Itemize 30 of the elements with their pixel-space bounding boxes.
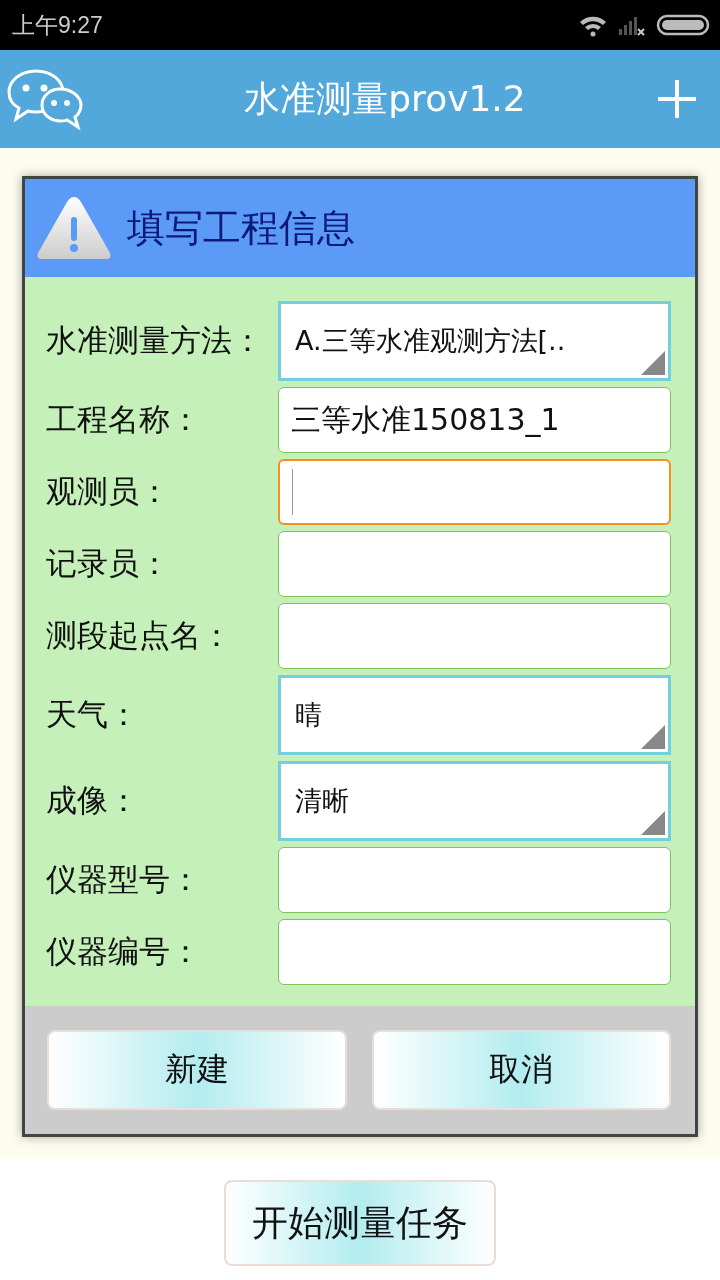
field-label: 天气： [46,695,140,734]
input-field[interactable] [278,847,671,913]
plus-icon[interactable] [656,78,698,120]
dropdown-corner-icon [641,351,665,375]
start-button[interactable]: 开始测量任务 [224,1180,496,1266]
field-label: 成像： [46,781,140,820]
field-label: 仪器型号： [46,860,202,899]
dialog-title: 填写工程信息 [127,204,355,252]
input-field[interactable] [278,531,671,597]
battery-icon [656,13,710,37]
input-field[interactable] [278,919,671,985]
field-label: 仪器编号： [46,932,202,971]
input-field[interactable] [278,603,671,669]
chat-bubbles-icon[interactable] [6,67,84,131]
input-field[interactable]: 三等水准150813_1 [278,387,671,453]
dropdown-corner-icon [641,725,665,749]
app-title: 水准测量prov1.2 [244,76,526,121]
status-time: 上午9:27 [12,10,103,40]
dropdown[interactable]: 清晰 [278,761,671,841]
dialog-button[interactable]: 新建 [47,1030,347,1110]
dialog-button[interactable]: 取消 [371,1030,671,1110]
field-label: 水准测量方法： [46,321,264,360]
dropdown[interactable]: 晴 [278,675,671,755]
dropdown-corner-icon [641,811,665,835]
field-label: 工程名称： [46,400,202,439]
field-label: 记录员： [46,544,171,583]
input-field[interactable] [278,459,671,525]
field-label: 测段起点名： [46,616,233,655]
field-label: 观测员： [46,472,171,511]
dropdown[interactable]: A.三等水准观测方法[.. [278,301,671,381]
